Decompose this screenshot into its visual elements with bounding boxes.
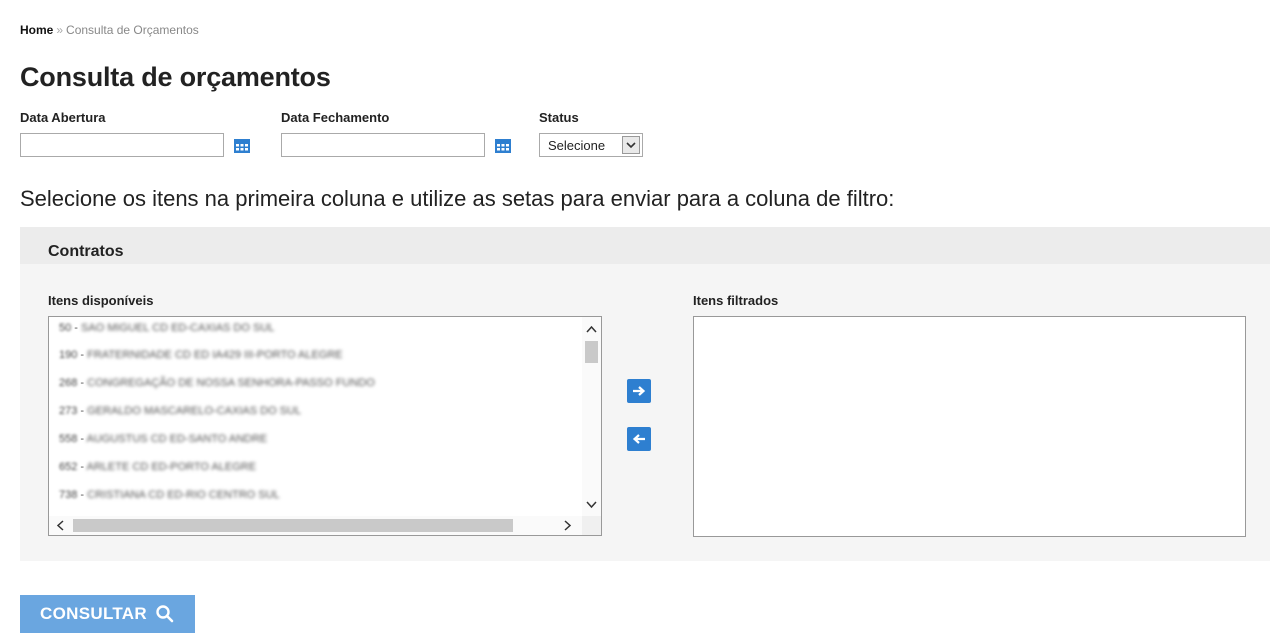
contracts-panel-title: Contratos	[48, 243, 124, 260]
vertical-scroll-thumb[interactable]	[585, 341, 598, 363]
available-items-list[interactable]: 50 - SAO MIGUEL CD ED-CAXIAS DO SUL 190 …	[48, 316, 602, 536]
list-item[interactable]: 190 - FRATERNIDADE CD ED IA429 III-PORTO…	[59, 349, 343, 371]
move-right-button[interactable]	[627, 379, 651, 403]
data-fechamento-input[interactable]	[281, 133, 485, 157]
chevron-up-icon[interactable]	[586, 325, 597, 333]
status-select[interactable]: Selecione	[539, 133, 643, 157]
page-title: Consulta de orçamentos	[20, 62, 331, 92]
breadcrumb: Home» Consulta de Orçamentos	[20, 23, 199, 37]
horizontal-scroll-thumb[interactable]	[73, 519, 513, 532]
calendar-icon[interactable]	[495, 139, 511, 153]
filtered-items-label: Itens filtrados	[693, 293, 779, 308]
instruction-text: Selecione os itens na primeira coluna e …	[20, 186, 895, 211]
list-item[interactable]: 738 - CRISTIANA CD ED-RIO CENTRO SUL	[59, 489, 280, 511]
move-left-button[interactable]	[627, 427, 651, 451]
calendar-icon[interactable]	[234, 139, 250, 153]
breadcrumb-current: Consulta de Orçamentos	[66, 23, 199, 37]
chevron-down-icon[interactable]	[622, 136, 640, 154]
list-item[interactable]: 558 - AUGUSTUS CD ED-SANTO ANDRE	[59, 433, 267, 455]
list-item[interactable]: 268 - CONGREGAÇÃO DE NOSSA SENHORA-PASSO…	[59, 377, 375, 399]
consult-button-label: CONSULTAR	[40, 604, 147, 623]
scrollbar-corner	[582, 516, 601, 535]
status-label: Status	[539, 110, 579, 125]
chevron-left-icon[interactable]	[56, 520, 64, 531]
list-item[interactable]: 50 - SAO MIGUEL CD ED-CAXIAS DO SUL	[59, 322, 274, 344]
search-icon	[156, 605, 174, 623]
data-fechamento-label: Data Fechamento	[281, 110, 390, 125]
list-item[interactable]: 273 - GERALDO MASCARELO-CAXIAS DO SUL	[59, 405, 301, 427]
available-items-label: Itens disponíveis	[48, 293, 154, 308]
horizontal-scrollbar[interactable]	[49, 516, 584, 535]
data-abertura-label: Data Abertura	[20, 110, 106, 125]
status-select-value: Selecione	[548, 138, 606, 153]
data-abertura-input[interactable]	[20, 133, 224, 157]
consult-button[interactable]: CONSULTAR	[20, 595, 195, 633]
breadcrumb-home-link[interactable]: Home	[20, 23, 53, 37]
filtered-items-list[interactable]	[693, 316, 1246, 537]
chevron-right-icon[interactable]	[564, 520, 572, 531]
contracts-panel: Contratos Itens disponíveis Itens filtra…	[20, 227, 1270, 561]
list-item[interactable]: 652 - ARLETE CD ED-PORTO ALEGRE	[59, 461, 256, 483]
chevron-down-icon[interactable]	[586, 501, 597, 509]
vertical-scrollbar[interactable]	[582, 317, 601, 517]
arrow-right-icon	[633, 386, 646, 396]
contracts-panel-header: Contratos	[20, 227, 1270, 264]
breadcrumb-separator: »	[56, 23, 64, 37]
arrow-left-icon	[632, 434, 645, 444]
